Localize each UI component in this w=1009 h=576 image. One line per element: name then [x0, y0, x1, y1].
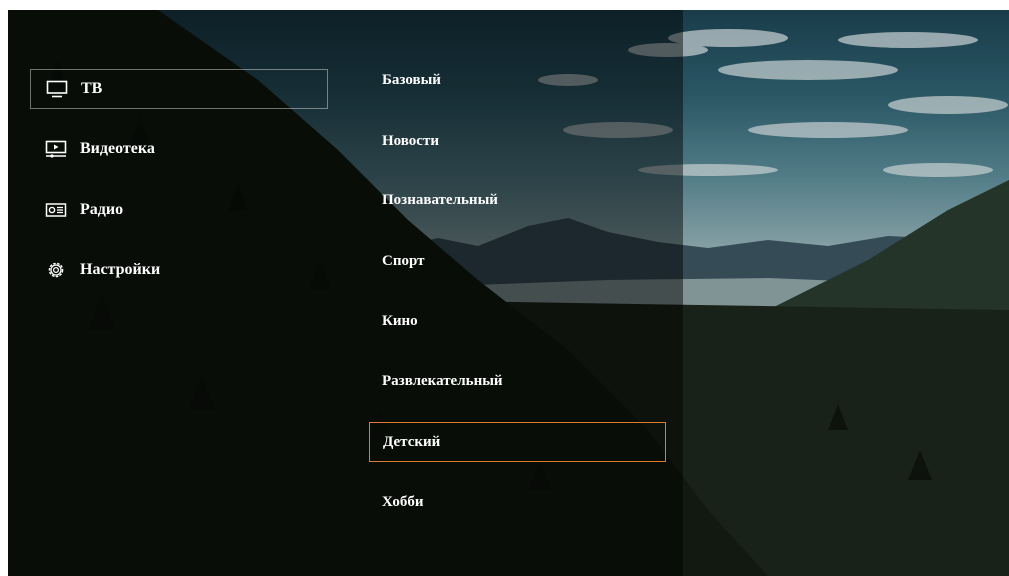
radio-icon — [44, 198, 68, 222]
background-preview-area — [683, 10, 1009, 576]
genre-label: Развлекательный — [382, 372, 503, 389]
gear-icon — [44, 258, 68, 282]
genre-item[interactable]: Новости — [369, 121, 666, 161]
genre-label: Новости — [382, 132, 439, 149]
nav-item-radio[interactable]: Радио — [30, 190, 328, 230]
genre-label: Кино — [382, 312, 418, 329]
genre-item[interactable]: Базовый — [369, 60, 666, 100]
tv-menu-screen: ТВ Видеотека Радио Настройки Базовый Нов… — [8, 10, 1009, 576]
genre-item[interactable]: Кино — [369, 301, 666, 341]
nav-item-label: Видеотека — [80, 140, 155, 157]
nav-item-video-library[interactable]: Видеотека — [30, 129, 328, 169]
nav-item-settings[interactable]: Настройки — [30, 250, 328, 290]
genre-item[interactable]: Развлекательный — [369, 361, 666, 401]
genre-label: Детский — [383, 433, 441, 450]
nav-item-tv[interactable]: ТВ — [30, 69, 328, 109]
genre-label: Хобби — [382, 493, 424, 510]
genre-item[interactable]: Спорт — [369, 241, 666, 281]
genre-label: Спорт — [382, 252, 425, 269]
nav-item-label: Радио — [80, 201, 124, 218]
tv-icon — [45, 77, 69, 101]
video-library-icon — [44, 137, 68, 161]
genre-item-focused[interactable]: Детский — [369, 422, 666, 462]
genre-item[interactable]: Познавательный — [369, 180, 666, 220]
genre-item[interactable]: Хобби — [369, 482, 666, 522]
nav-item-label: Настройки — [80, 261, 161, 278]
genre-label: Базовый — [382, 71, 441, 88]
nav-item-label: ТВ — [81, 80, 103, 97]
genre-label: Познавательный — [382, 191, 498, 208]
